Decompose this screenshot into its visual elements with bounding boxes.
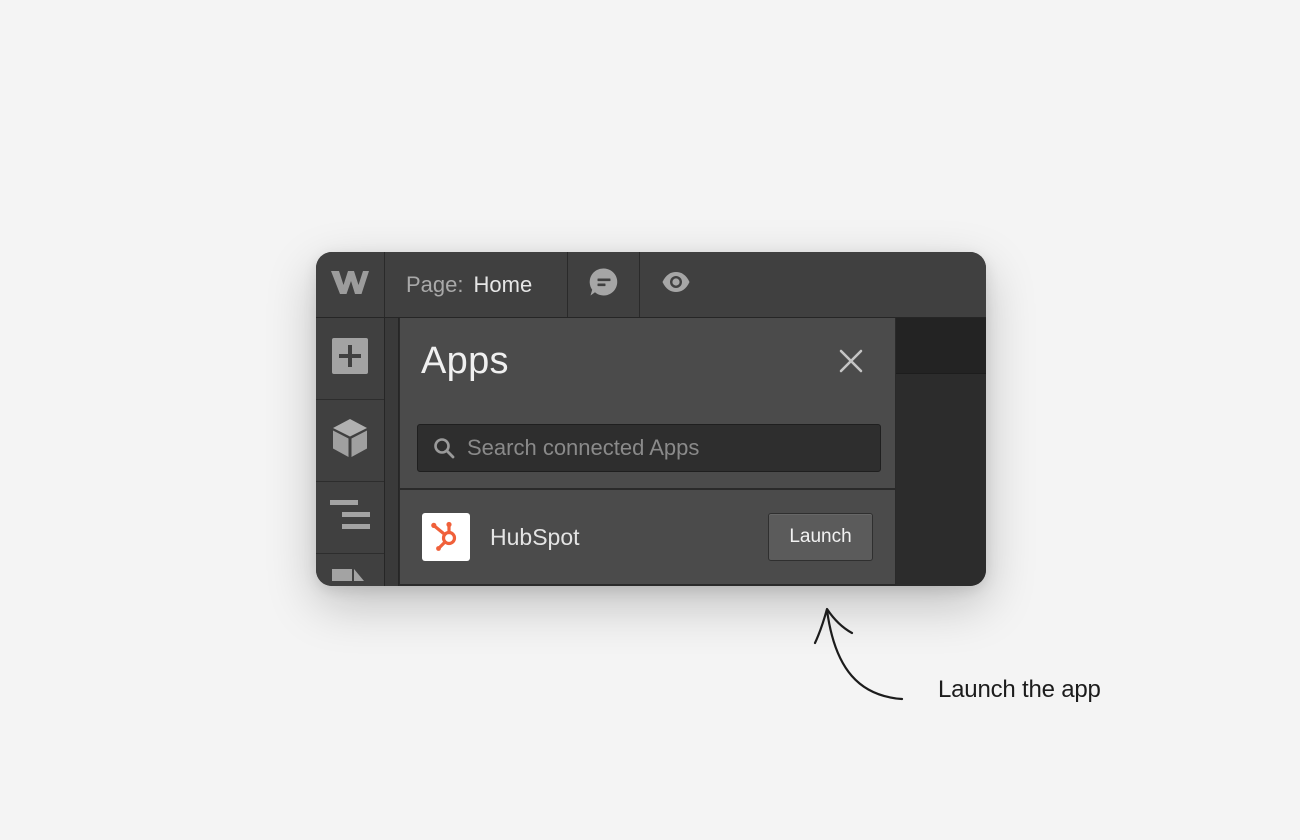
pages-icon [332,567,368,586]
canvas-toolbar-strip [896,318,986,374]
app-name: HubSpot [490,523,580,550]
annotation-arrow-icon [805,600,915,715]
eye-icon [661,271,691,298]
page-selector-label: Page: [406,271,464,297]
canvas-area [896,318,986,586]
designer-window: Page: Home Apps Search connected Apps Hu… [316,252,986,586]
annotation-text: Launch the app [938,676,1101,703]
pages-button[interactable] [316,554,384,586]
left-toolbar [316,318,385,586]
comments-button[interactable] [568,252,640,317]
navigator-button[interactable] [316,482,384,554]
cube-icon [331,418,369,463]
search-input[interactable] [467,428,880,468]
close-icon [839,349,863,378]
app-list-item: HubSpot Launch [400,490,895,584]
logo-button[interactable] [316,252,385,317]
search-icon [433,437,455,459]
webflow-logo-icon [330,268,370,301]
navigator-icon [330,500,370,535]
top-bar: Page: Home [316,252,986,318]
search-box [417,424,881,472]
comment-icon [589,267,619,302]
hubspot-logo-icon [428,517,464,558]
launch-button[interactable]: Launch [768,513,873,561]
add-elements-button[interactable] [316,318,384,400]
hubspot-logo [422,513,470,561]
page-selector[interactable]: Page: Home [385,252,568,317]
apps-panel: Apps Search connected Apps HubSpot Launc… [399,318,896,585]
add-icon [332,338,368,379]
close-button[interactable] [834,346,868,380]
sidebar-gutter [385,318,399,586]
panel-title: Apps [421,340,509,382]
preview-button[interactable] [640,252,712,317]
components-button[interactable] [316,400,384,482]
page-selector-value: Home [473,271,533,297]
